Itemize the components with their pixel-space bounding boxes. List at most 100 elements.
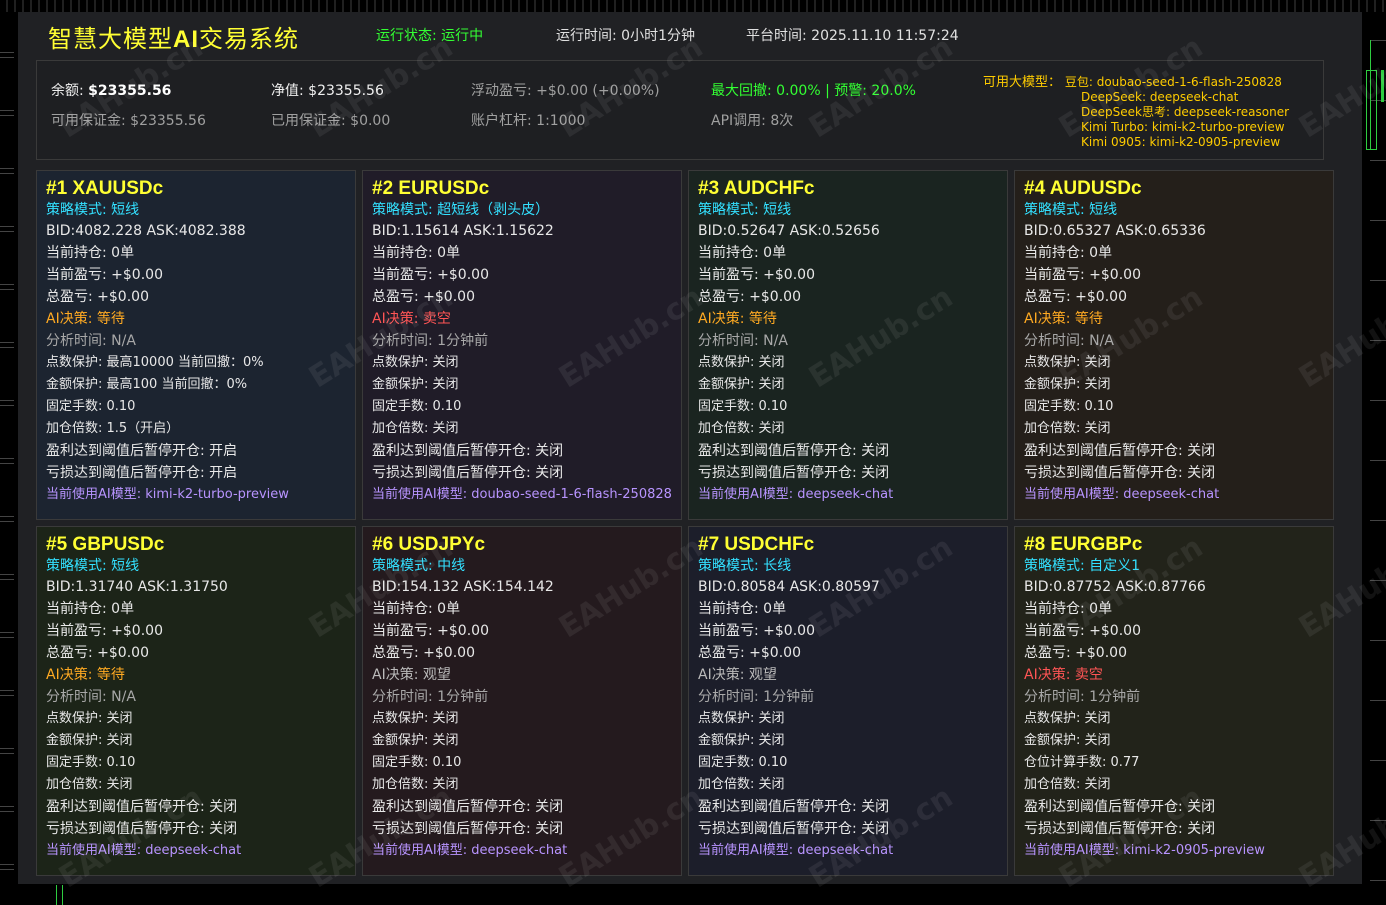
- chart-candle-wick: [62, 885, 63, 905]
- position-count: 当前持仓: 0单: [46, 245, 135, 261]
- symbol: #4 AUDUSDc: [1024, 178, 1142, 199]
- header-bar: 智慧大模型AI交易系统 运行状态: 运行中 运行时间: 0小时1分钟 平台时间:…: [18, 12, 1362, 56]
- symbol-card: #8 EURGBPc 策略模式: 自定义1 BID:0.87752 ASK:0.87…: [1014, 526, 1334, 876]
- app-title: 智慧大模型AI交易系统: [48, 19, 299, 54]
- amount-protection: 金额保护: 关闭: [698, 377, 785, 392]
- total-pnl: 总盈亏: +$0.00: [698, 645, 801, 661]
- strategy-mode: 策略模式: 短线: [46, 202, 140, 218]
- models-label: 可用大模型：: [983, 75, 1062, 90]
- title-ai: AI: [173, 26, 199, 53]
- analysis-time: 分析时间: N/A: [46, 333, 136, 349]
- symbol-card: #6 USDJPYc 策略模式: 中线 BID:154.132 ASK:154.14…: [362, 526, 682, 876]
- position-count: 当前持仓: 0单: [698, 601, 787, 617]
- position-count: 当前持仓: 0单: [46, 601, 135, 617]
- bid-ask: BID:1.31740 ASK:1.31750: [46, 579, 228, 595]
- total-pnl: 总盈亏: +$0.00: [372, 645, 475, 661]
- loss-pause: 亏损达到阈值后暂停开仓: 关闭: [698, 821, 890, 837]
- current-pnl: 当前盈亏: +$0.00: [1024, 267, 1141, 283]
- position-count: 当前持仓: 0单: [1024, 601, 1113, 617]
- bid-ask: BID:154.132 ASK:154.142: [372, 579, 554, 595]
- balance-value: $23355.56: [88, 83, 172, 99]
- api-calls: API调用: 8次: [711, 113, 794, 129]
- symbol: #1 XAUUSDc: [46, 178, 164, 199]
- account-summary: 余额: $23355.56 净值: $23355.56 浮动盈亏: +$0.00…: [36, 60, 1324, 160]
- amount-protection: 金额保护: 最高100 当前回撤：0%: [46, 377, 248, 392]
- point-protection: 点数保护: 关闭: [372, 711, 459, 726]
- add-multiplier: 加仓倍数: 1.5（开启）: [46, 421, 180, 436]
- point-protection: 点数保护: 关闭: [1024, 355, 1111, 370]
- total-pnl: 总盈亏: +$0.00: [372, 289, 475, 305]
- strategy-mode: 策略模式: 短线: [46, 558, 140, 574]
- symbol-card: #5 GBPUSDc 策略模式: 短线 BID:1.31740 ASK:1.3175…: [36, 526, 356, 876]
- analysis-time: 分析时间: 1分钟前: [1024, 689, 1141, 705]
- ai-decision: AI决策: 等待: [1024, 311, 1103, 327]
- bid-ask: BID:1.15614 ASK:1.15622: [372, 223, 554, 239]
- leverage: 账户杠杆: 1:1000: [471, 113, 586, 129]
- model-item: DeepSeek思考: deepseek-reasoner: [1081, 105, 1290, 119]
- balance: 余额: $23355.56: [51, 80, 171, 100]
- ai-model: 当前使用AI模型: doubao-seed-1-6-flash-250828: [372, 487, 672, 502]
- total-pnl: 总盈亏: +$0.00: [46, 289, 149, 305]
- position-count: 当前持仓: 0单: [372, 245, 461, 261]
- chart-grid-left: [0, 0, 14, 905]
- bid-ask: BID:4082.228 ASK:4082.388: [46, 223, 246, 239]
- chart-candle-wick: [1381, 70, 1384, 102]
- add-multiplier: 加仓倍数: 关闭: [1024, 777, 1111, 792]
- profit-pause: 盈利达到阈值后暂停开仓: 关闭: [698, 799, 890, 815]
- profit-pause: 盈利达到阈值后暂停开仓: 关闭: [1024, 443, 1216, 459]
- add-multiplier: 加仓倍数: 关闭: [372, 777, 459, 792]
- ai-model: 当前使用AI模型: deepseek-chat: [46, 843, 242, 858]
- profit-pause: 盈利达到阈值后暂停开仓: 关闭: [698, 443, 890, 459]
- total-pnl: 总盈亏: +$0.00: [1024, 645, 1127, 661]
- model-item: Kimi Turbo: kimi-k2-turbo-preview: [1081, 120, 1285, 134]
- symbol-card: #2 EURUSDc 策略模式: 超短线（剥头皮） BID:1.15614 ASK:…: [362, 170, 682, 520]
- lot-size: 固定手数: 0.10: [698, 755, 788, 770]
- balance-label: 余额:: [51, 83, 89, 99]
- available-models: 可用大模型： 豆包: doubao-seed-1-6-flash-250828 …: [983, 75, 1289, 150]
- loss-pause: 亏损达到阈值后暂停开仓: 关闭: [698, 465, 890, 481]
- equity: 净值: $23355.56: [271, 83, 384, 99]
- used-margin: 已用保证金: $0.00: [271, 113, 391, 129]
- add-multiplier: 加仓倍数: 关闭: [46, 777, 133, 792]
- symbol-card: #1 XAUUSDc 策略模式: 短线 BID:4082.228 ASK:4082.…: [36, 170, 356, 520]
- point-protection: 点数保护: 最高10000 当前回撤：0%: [46, 355, 264, 370]
- symbol-card: #3 AUDCHFc 策略模式: 短线 BID:0.52647 ASK:0.5265…: [688, 170, 1008, 520]
- current-pnl: 当前盈亏: +$0.00: [698, 267, 815, 283]
- bid-ask: BID:0.80584 ASK:0.80597: [698, 579, 880, 595]
- current-pnl: 当前盈亏: +$0.00: [698, 623, 815, 639]
- amount-protection: 金额保护: 关闭: [372, 733, 459, 748]
- profit-pause: 盈利达到阈值后暂停开仓: 开启: [46, 443, 238, 459]
- position-count: 当前持仓: 0单: [1024, 245, 1113, 261]
- loss-pause: 亏损达到阈值后暂停开仓: 关闭: [1024, 821, 1216, 837]
- ai-model: 当前使用AI模型: deepseek-chat: [1024, 487, 1220, 502]
- current-pnl: 当前盈亏: +$0.00: [372, 267, 489, 283]
- title-prefix: 智慧大模型: [48, 25, 173, 53]
- profit-pause: 盈利达到阈值后暂停开仓: 关闭: [372, 799, 564, 815]
- symbol: #6 USDJPYc: [372, 534, 486, 555]
- strategy-mode: 策略模式: 短线: [1024, 202, 1118, 218]
- analysis-time: 分析时间: 1分钟前: [372, 333, 489, 349]
- total-pnl: 总盈亏: +$0.00: [1024, 289, 1127, 305]
- ai-model: 当前使用AI模型: kimi-k2-0905-preview: [1024, 843, 1265, 858]
- dashboard-panel: 智慧大模型AI交易系统 运行状态: 运行中 运行时间: 0小时1分钟 平台时间:…: [18, 12, 1362, 884]
- lot-size: 仓位计算手数: 0.77: [1024, 755, 1140, 770]
- amount-protection: 金额保护: 关闭: [1024, 733, 1111, 748]
- profit-pause: 盈利达到阈值后暂停开仓: 关闭: [1024, 799, 1216, 815]
- run-status: 运行状态: 运行中: [376, 28, 484, 44]
- add-multiplier: 加仓倍数: 关闭: [698, 421, 785, 436]
- ai-decision: AI决策: 观望: [698, 667, 777, 683]
- ai-model: 当前使用AI模型: deepseek-chat: [372, 843, 568, 858]
- symbol: #8 EURGBPc: [1024, 534, 1143, 555]
- strategy-mode: 策略模式: 短线: [698, 202, 792, 218]
- lot-size: 固定手数: 0.10: [1024, 399, 1114, 414]
- current-pnl: 当前盈亏: +$0.00: [46, 623, 163, 639]
- point-protection: 点数保护: 关闭: [46, 711, 133, 726]
- loss-pause: 亏损达到阈值后暂停开仓: 开启: [46, 465, 238, 481]
- lot-size: 固定手数: 0.10: [46, 755, 136, 770]
- strategy-mode: 策略模式: 超短线（剥头皮）: [372, 202, 550, 218]
- lot-size: 固定手数: 0.10: [372, 399, 462, 414]
- symbol: #7 USDCHFc: [698, 534, 815, 555]
- strategy-mode: 策略模式: 中线: [372, 558, 466, 574]
- max-drawdown: 最大回撤: 0.00% | 预警: 20.0%: [711, 83, 916, 99]
- chart-candle-wick: [1370, 40, 1371, 150]
